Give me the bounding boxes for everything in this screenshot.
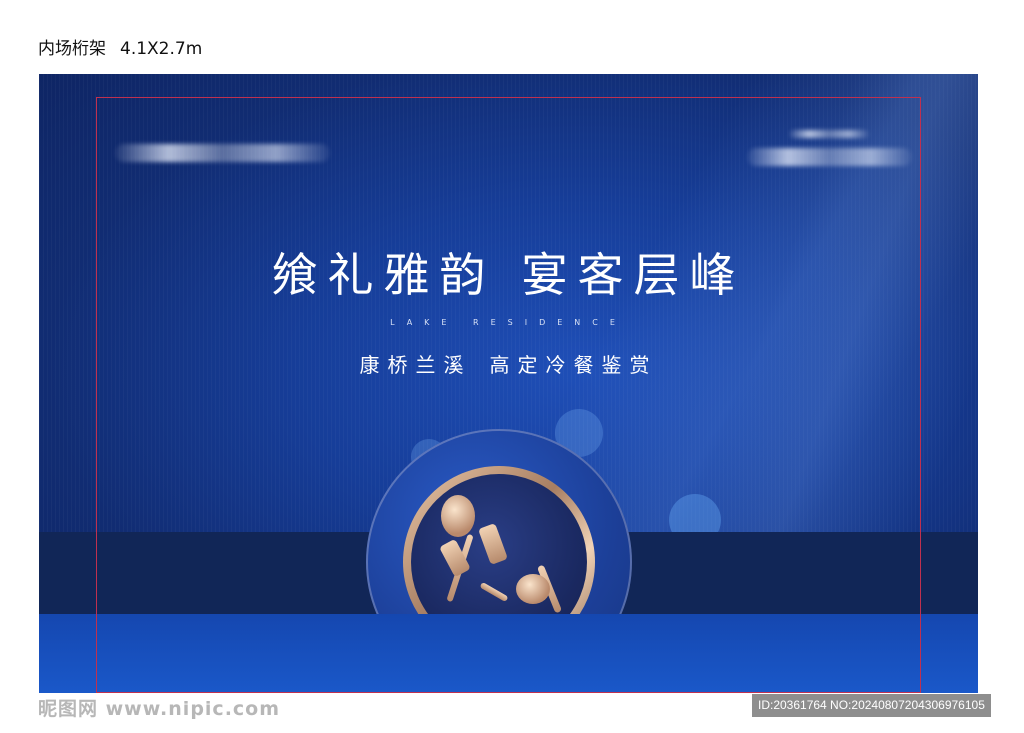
safe-area-guide [96, 97, 921, 693]
artwork-caption: 内场桁架 4.1X2.7m [38, 34, 202, 59]
banner-artwork: 飨礼雅韵 宴客层峰 LAKE RESIDENCE 康桥兰溪 高定冷餐鉴赏 [39, 74, 978, 693]
image-id-watermark: ID:20361764 NO:20240807204306976105 [752, 694, 991, 717]
site-watermark: 昵图网 www.nipic.com [38, 698, 281, 720]
caption-title: 内场桁架 [38, 39, 106, 59]
caption-size: 4.1X2.7m [120, 39, 203, 59]
